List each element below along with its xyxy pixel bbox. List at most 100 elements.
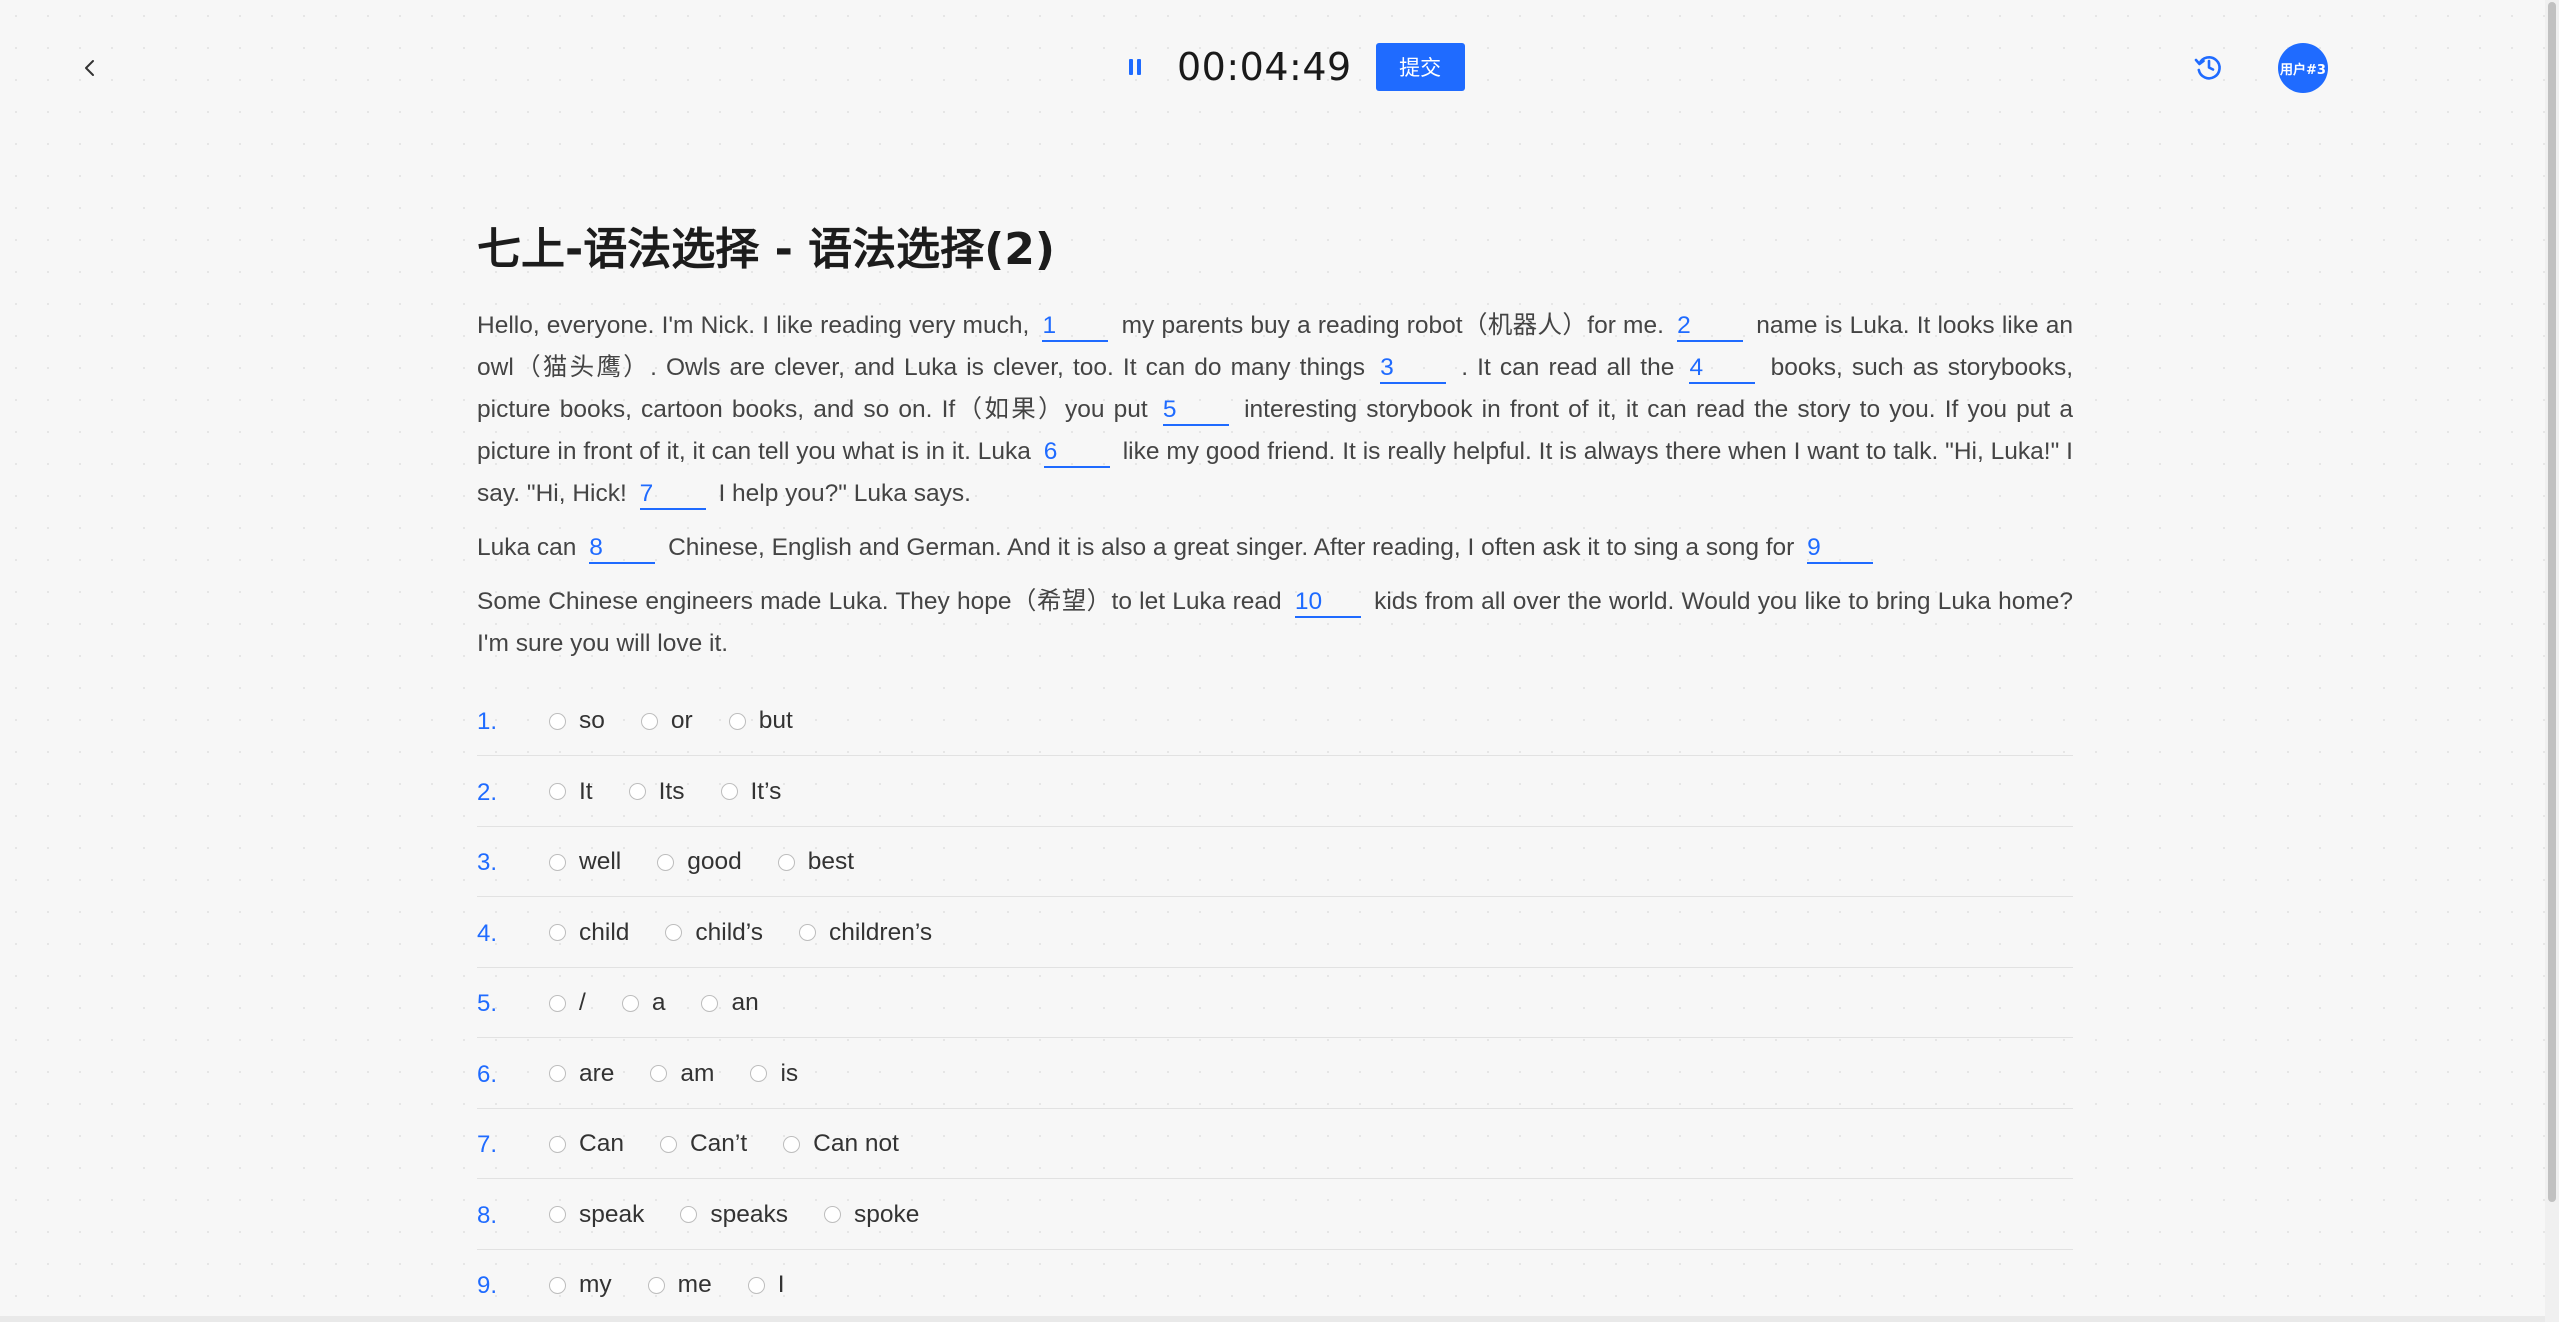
radio-circle-icon[interactable] xyxy=(549,853,566,871)
question-row: 1. so or but xyxy=(477,687,2073,756)
timer-group: 00:04:49 提交 xyxy=(1115,42,1465,92)
passage-text: . It can read all the xyxy=(1461,354,1675,381)
blank-3[interactable]: 3 xyxy=(1380,354,1447,384)
option-label: speaks xyxy=(710,1200,789,1228)
question-row: 6. are am is xyxy=(477,1040,2073,1109)
blank-9[interactable]: 9 xyxy=(1807,534,1874,564)
back-button[interactable] xyxy=(70,48,110,88)
passage-text: my parents buy a reading robot（机器人）for m… xyxy=(1121,312,1664,339)
radio-circle-icon[interactable] xyxy=(549,1135,566,1153)
blank-6[interactable]: 6 xyxy=(1043,438,1110,468)
question-number: 3. xyxy=(477,849,498,876)
option-label: a xyxy=(651,989,666,1016)
passage-paragraph-1: Hello, everyone. I'm Nick. I like readin… xyxy=(477,305,2073,515)
option-radio[interactable]: are xyxy=(549,1060,614,1088)
radio-circle-icon[interactable] xyxy=(549,994,566,1012)
option-radio[interactable]: best xyxy=(777,848,854,876)
blank-1[interactable]: 1 xyxy=(1042,312,1109,342)
option-radio[interactable]: It’s xyxy=(720,778,781,806)
option-radio[interactable]: an xyxy=(701,989,759,1017)
blank-4[interactable]: 4 xyxy=(1689,354,1756,384)
option-radio[interactable]: Its xyxy=(628,778,685,806)
timer-display: 00:04:49 xyxy=(1177,45,1352,89)
radio-circle-icon[interactable] xyxy=(783,1135,801,1153)
option-radio[interactable]: so xyxy=(549,707,605,735)
option-radio[interactable]: children’s xyxy=(799,919,932,947)
option-radio[interactable]: speaks xyxy=(680,1201,788,1229)
question-number: 8. xyxy=(477,1201,498,1229)
radio-circle-icon[interactable] xyxy=(657,853,675,871)
pause-button[interactable] xyxy=(1115,47,1155,87)
option-radio[interactable]: or xyxy=(640,707,693,735)
radio-circle-icon[interactable] xyxy=(650,1065,668,1082)
passage-text: I help you?" Luka says. xyxy=(718,480,971,507)
question-number: 4. xyxy=(477,919,498,947)
option-radio[interactable]: my xyxy=(549,1271,612,1299)
radio-circle-icon[interactable] xyxy=(621,994,639,1012)
history-button[interactable] xyxy=(2189,47,2229,87)
radio-circle-icon[interactable] xyxy=(665,924,683,941)
option-radio[interactable]: Can not xyxy=(783,1130,899,1158)
option-radio[interactable]: is xyxy=(750,1060,798,1088)
option-radio[interactable]: child xyxy=(549,919,629,947)
user-avatar[interactable]: 用户#3 xyxy=(2278,43,2328,93)
radio-circle-icon[interactable] xyxy=(549,1206,566,1223)
radio-circle-icon[interactable] xyxy=(549,783,566,800)
radio-circle-icon[interactable] xyxy=(747,1276,765,1294)
option-radio[interactable]: am xyxy=(650,1060,714,1088)
option-radio[interactable]: me xyxy=(647,1271,712,1299)
history-icon xyxy=(2194,56,2221,80)
option-label: children’s xyxy=(829,918,933,946)
radio-circle-icon[interactable] xyxy=(549,1065,566,1082)
option-label: / xyxy=(579,989,586,1016)
question-number: 5. xyxy=(477,990,498,1017)
option-label: me xyxy=(677,1271,712,1298)
radio-circle-icon[interactable] xyxy=(549,924,566,941)
blank-2[interactable]: 2 xyxy=(1677,312,1744,342)
radio-circle-icon[interactable] xyxy=(720,783,738,800)
option-radio[interactable]: Can xyxy=(549,1130,624,1158)
radio-circle-icon[interactable] xyxy=(824,1206,842,1223)
option-label: so xyxy=(579,707,605,734)
radio-circle-icon[interactable] xyxy=(799,924,817,941)
submit-button[interactable]: 提交 xyxy=(1375,43,1465,91)
question-number: 7. xyxy=(477,1131,498,1158)
option-radio[interactable]: but xyxy=(728,707,793,735)
question-row: 3. well good best xyxy=(477,828,2073,897)
page-title: 七上-语法选择 - 语法选择(2) xyxy=(477,224,1055,275)
option-radio[interactable]: a xyxy=(621,989,666,1017)
radio-circle-icon[interactable] xyxy=(659,1135,677,1153)
option-radio[interactable]: spoke xyxy=(824,1201,919,1229)
option-radio[interactable]: / xyxy=(549,989,586,1017)
radio-circle-icon[interactable] xyxy=(628,783,646,800)
option-radio[interactable]: good xyxy=(657,848,742,876)
radio-circle-icon[interactable] xyxy=(549,712,566,730)
option-radio[interactable]: speak xyxy=(549,1201,644,1229)
scrollbar-thumb[interactable] xyxy=(2548,2,2556,1202)
option-radio[interactable]: well xyxy=(549,848,621,876)
question-number: 2. xyxy=(477,778,498,806)
blank-5[interactable]: 5 xyxy=(1162,396,1229,426)
question-list: 1. so or but 2. It Its It’s 3. well good… xyxy=(477,687,2073,1320)
radio-circle-icon[interactable] xyxy=(750,1065,768,1082)
option-radio[interactable]: child’s xyxy=(665,919,763,947)
radio-circle-icon[interactable] xyxy=(549,1276,566,1294)
radio-circle-icon[interactable] xyxy=(701,994,719,1012)
radio-circle-icon[interactable] xyxy=(680,1206,698,1223)
blank-7[interactable]: 7 xyxy=(639,480,706,510)
radio-circle-icon[interactable] xyxy=(640,712,658,730)
option-radio[interactable]: It xyxy=(549,778,593,806)
radio-circle-icon[interactable] xyxy=(777,853,795,871)
passage-text: Chinese, English and German. And it is a… xyxy=(668,534,1795,561)
blank-8[interactable]: 8 xyxy=(589,534,656,564)
radio-circle-icon[interactable] xyxy=(728,712,746,730)
option-radio[interactable]: Can’t xyxy=(659,1130,747,1158)
option-label: child’s xyxy=(695,918,764,946)
blank-10[interactable]: 10 xyxy=(1294,588,1361,618)
option-label: It xyxy=(579,777,593,805)
option-label: good xyxy=(687,848,742,875)
radio-circle-icon[interactable] xyxy=(647,1276,665,1294)
option-radio[interactable]: I xyxy=(747,1271,785,1299)
question-number: 6. xyxy=(477,1060,498,1088)
vertical-scrollbar[interactable] xyxy=(2545,0,2559,1322)
